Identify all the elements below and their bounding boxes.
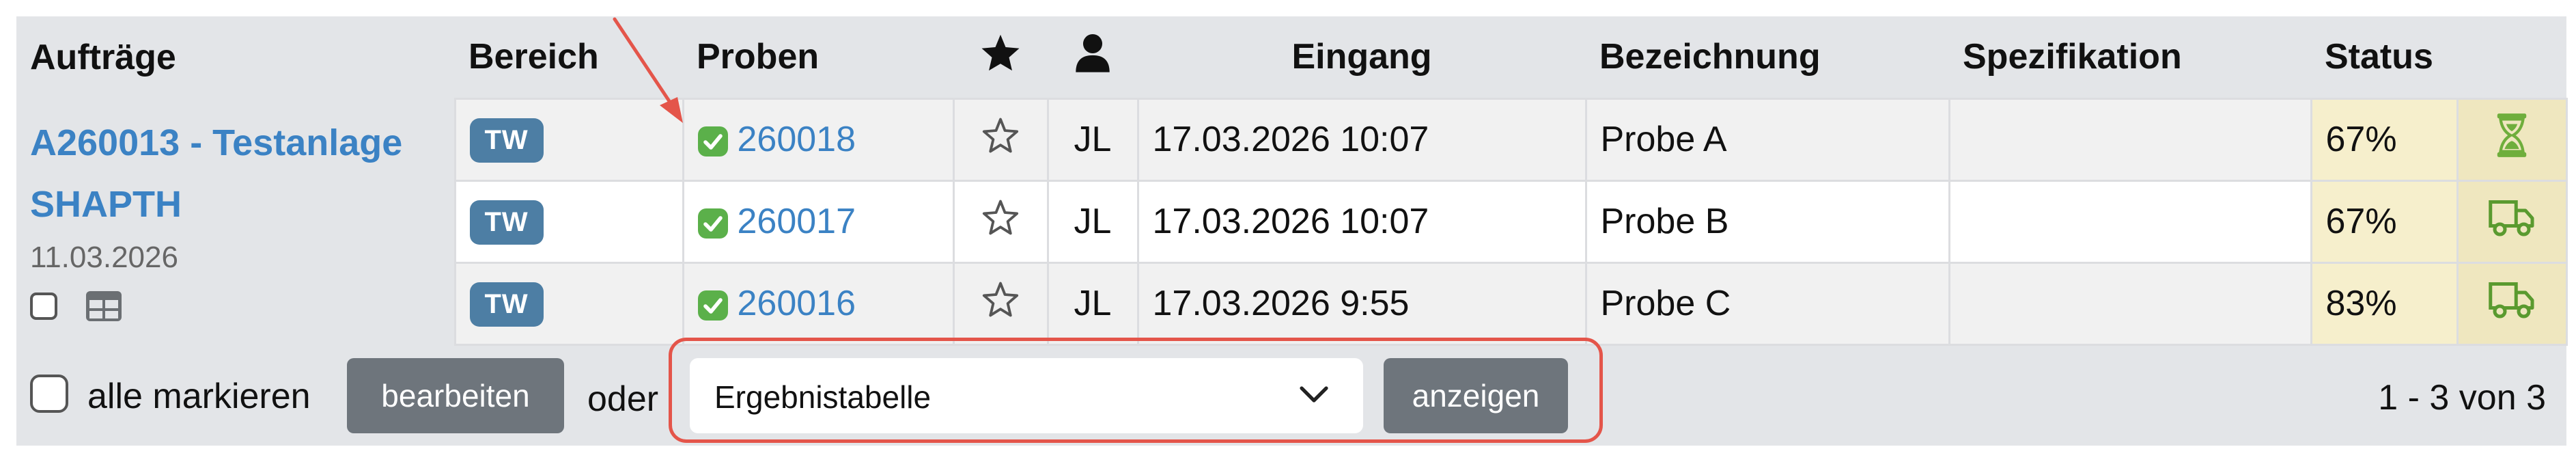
star-outline-icon[interactable] — [981, 116, 1020, 154]
order-id-title: A260013 - Testanlage — [30, 122, 403, 163]
status-percent: 67% — [2310, 179, 2459, 264]
user-cell: JL — [1046, 97, 1139, 182]
bereich-badge: TW — [469, 200, 544, 245]
status-icon-cell — [2456, 261, 2568, 346]
or-label: oder — [587, 379, 659, 419]
header-status[interactable]: Status — [2311, 16, 2566, 98]
user-cell: JL — [1046, 179, 1139, 264]
header-bezeichnung[interactable]: Bezeichnung — [1586, 16, 1949, 98]
order-tools — [30, 290, 440, 323]
pagination-info: 1 - 3 von 3 — [2378, 378, 2546, 418]
check-ok-icon — [697, 290, 728, 321]
header-proben[interactable]: Proben — [683, 16, 953, 98]
bezeichnung-cell: Probe A — [1584, 97, 1950, 182]
bezeichnung-cell: Probe C — [1584, 261, 1950, 346]
bezeichnung-cell: Probe B — [1584, 179, 1950, 264]
bereich-badge: TW — [469, 118, 544, 163]
truck-icon — [2489, 282, 2534, 318]
favorite-cell[interactable] — [952, 179, 1049, 264]
sample-link[interactable]: 260018 — [738, 120, 856, 159]
table-view-icon[interactable] — [85, 290, 123, 323]
truck-icon — [2489, 200, 2534, 236]
annotation-highlight — [669, 338, 1603, 443]
select-all-checkbox[interactable] — [30, 375, 68, 413]
bereich-cell: TW — [453, 179, 684, 264]
spezifikation-cell — [1948, 97, 2312, 182]
status-icon-cell — [2456, 97, 2568, 182]
favorite-cell[interactable] — [952, 261, 1049, 346]
header-favorite[interactable] — [953, 16, 1048, 98]
status-icon-cell — [2456, 179, 2568, 264]
status-percent: 83% — [2310, 261, 2459, 346]
eingang-cell: 17.03.2026 9:55 — [1136, 261, 1587, 346]
eingang-cell: 17.03.2026 10:07 — [1136, 179, 1587, 264]
sample-link[interactable]: 260016 — [738, 284, 856, 323]
annotation-arrow-icon — [613, 17, 683, 123]
order-cell: A260013 - Testanlage SHAPTH 11.03.2026 — [16, 98, 455, 344]
eingang-cell: 17.03.2026 10:07 — [1136, 97, 1587, 182]
header-user[interactable] — [1048, 16, 1138, 98]
star-outline-icon[interactable] — [981, 280, 1020, 318]
probe-cell: 260017 — [682, 179, 955, 264]
check-ok-icon — [697, 208, 728, 239]
select-all-label[interactable]: alle markieren — [87, 376, 311, 417]
edit-button[interactable]: bearbeiten — [347, 358, 564, 433]
check-ok-icon — [697, 126, 728, 157]
table-row: A260013 - Testanlage SHAPTH 11.03.2026 T… — [16, 97, 2568, 344]
spezifikation-cell — [1948, 261, 2312, 346]
bereich-cell: TW — [453, 261, 684, 346]
star-outline-icon[interactable] — [981, 198, 1020, 236]
bereich-badge: TW — [469, 282, 544, 327]
user-cell: JL — [1046, 261, 1139, 346]
header-auftraege[interactable]: Aufträge — [16, 16, 455, 98]
status-percent: 67% — [2310, 97, 2459, 182]
order-checkbox[interactable] — [30, 293, 57, 320]
spezifikation-cell — [1948, 179, 2312, 264]
orders-table: Aufträge Bereich Proben Eingang Bezeichn… — [16, 16, 2568, 346]
probe-cell: 260016 — [682, 261, 955, 346]
order-plant-code: SHAPTH — [30, 184, 182, 225]
header-eingang[interactable]: Eingang — [1138, 16, 1586, 98]
order-date: 11.03.2026 — [30, 241, 178, 274]
order-link[interactable]: A260013 - Testanlage SHAPTH — [30, 112, 440, 235]
favorite-cell[interactable] — [952, 97, 1049, 182]
header-spezifikation[interactable]: Spezifikation — [1949, 16, 2311, 98]
table-header-row: Aufträge Bereich Proben Eingang Bezeichn… — [16, 16, 2566, 98]
orders-panel: Aufträge Bereich Proben Eingang Bezeichn… — [16, 16, 2568, 446]
probe-cell: 260018 — [682, 97, 955, 182]
hourglass-icon — [2497, 113, 2527, 157]
sample-link[interactable]: 260017 — [738, 202, 856, 241]
star-icon — [981, 34, 1020, 70]
user-icon — [1076, 33, 1110, 72]
table-footer: alle markieren bearbeiten oder Ergebnist… — [16, 338, 2566, 446]
